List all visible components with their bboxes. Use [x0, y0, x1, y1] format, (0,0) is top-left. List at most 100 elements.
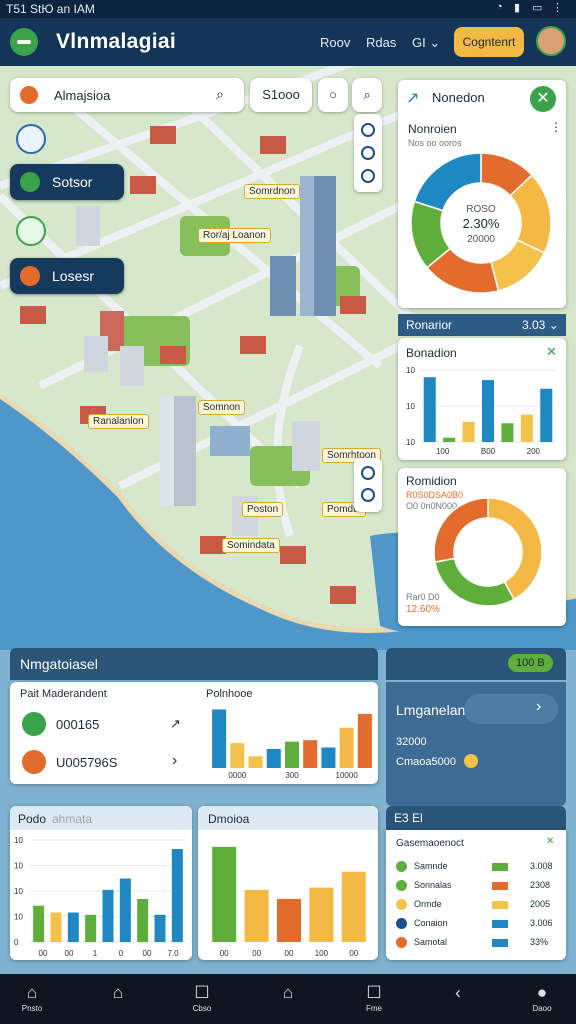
- donut-center-line1: ROSO: [466, 204, 496, 215]
- nav-item-5[interactable]: ☐ Fme: [354, 983, 394, 1014]
- map-label[interactable]: Somrdnon: [244, 184, 301, 199]
- search-icon[interactable]: ⌕: [216, 86, 224, 103]
- zoom-search-icon[interactable]: ⌕: [352, 78, 382, 112]
- nav-icon: ⌂: [26, 983, 38, 1002]
- nav-item-7[interactable]: ● Daoo: [522, 983, 562, 1014]
- nav-item-6[interactable]: ‹: [438, 984, 478, 1004]
- tag-icon[interactable]: [16, 216, 46, 246]
- podo-y-tick: 10: [14, 836, 23, 845]
- ring-segment-3: [433, 497, 489, 563]
- location-icon[interactable]: ○: [318, 78, 348, 112]
- list-item-value: 33%: [530, 937, 549, 947]
- podo-title-2: ahmata: [52, 812, 93, 826]
- dmoioa-title: Dmoioa: [208, 812, 250, 826]
- status-dot-icon: [396, 899, 407, 910]
- sotsor-button[interactable]: Sotsor: [10, 164, 124, 200]
- dmoioa-bar-3: [277, 898, 301, 942]
- dmoioa-bar-1: [212, 846, 237, 942]
- nav-link-2[interactable]: Rdas: [366, 35, 396, 50]
- map-label[interactable]: Ranalanlon: [88, 414, 149, 429]
- podo-bar-2: [50, 912, 62, 942]
- summary-value1: 32000: [396, 736, 427, 748]
- close-icon[interactable]: ✕: [546, 836, 554, 847]
- nav-item-4[interactable]: ⌂: [268, 984, 308, 1004]
- dmoioa-bar-5: [341, 871, 366, 942]
- search-input[interactable]: Almajsioa: [54, 88, 110, 103]
- map-label[interactable]: Somindata: [222, 538, 280, 553]
- list-band-label: E3 El: [394, 811, 423, 825]
- list-item-value: 2308: [530, 880, 551, 890]
- podo-x-tick: 00: [143, 949, 152, 958]
- nav-link-3[interactable]: GI ⌄: [412, 35, 440, 51]
- map-tools[interactable]: [354, 114, 382, 192]
- ring-label-bottom2: 12.60%: [406, 604, 440, 615]
- minus-icon[interactable]: [22, 750, 46, 774]
- list-item-bar: [492, 882, 508, 890]
- layer-icon[interactable]: [16, 124, 46, 154]
- map-value-chip[interactable]: S1ooo: [250, 78, 312, 112]
- bar-card-bar-2: [443, 437, 456, 442]
- bar-card-y-tick: 10: [406, 366, 415, 375]
- list-item[interactable]: Ormde 2005: [386, 896, 566, 914]
- nav-item-2[interactable]: ⌂: [98, 984, 138, 1004]
- map-tools-lower[interactable]: [354, 458, 382, 512]
- plus-icon[interactable]: [22, 712, 46, 736]
- close-icon[interactable]: ✕: [530, 86, 556, 112]
- nav-icon: ●: [536, 983, 548, 1002]
- list-item[interactable]: Samnde 3.008: [386, 858, 566, 876]
- overview-card: Pait Maderandent 000165 ↗ U005796S › Pol…: [10, 682, 378, 784]
- overview-bar-6: [303, 740, 318, 768]
- map-label[interactable]: Ror/aj Loanon: [198, 228, 271, 243]
- close-icon[interactable]: ✕: [546, 344, 557, 360]
- podo-y-tick: 0: [14, 938, 19, 947]
- more-icon[interactable]: ⋮: [550, 120, 562, 134]
- band-value[interactable]: 3.03 ⌄: [522, 318, 559, 332]
- avatar[interactable]: [536, 26, 566, 56]
- chevron-right-icon[interactable]: ›: [172, 752, 177, 770]
- app-logo[interactable]: [10, 28, 38, 56]
- list-card-title: Gasemaoenoct: [396, 838, 464, 849]
- overview-bar-1: [212, 709, 227, 768]
- ring-segment-2: [434, 557, 516, 607]
- nav-icon: ☐: [366, 983, 382, 1002]
- nav-item-3[interactable]: ☐ Cbso: [182, 984, 222, 1014]
- bar-card-bar-6: [520, 414, 533, 442]
- list-item-bar: [492, 920, 508, 928]
- list-card: Gasemaoenoct ✕ Samnde 3.008 Sonnalas 230…: [386, 830, 566, 960]
- nav-label: Pnsto: [21, 1004, 43, 1013]
- contact-button[interactable]: Cogntenrt: [454, 27, 524, 57]
- donut-card: ↗ Nonedon ✕ Nonroien ⋮ Nos oo ooros ROSO…: [398, 80, 566, 308]
- overview-chart-title: Polnhooe: [206, 688, 253, 700]
- list-item[interactable]: Conaion 3.006: [386, 915, 566, 933]
- ring-chart: [433, 497, 543, 607]
- expand-icon[interactable]: ↗: [170, 716, 181, 732]
- podo-bar-1: [33, 905, 45, 942]
- bar-card-x-tick: 200: [527, 447, 541, 456]
- bar-card: Bonadion ✕ 10 10 10 100 B00 200: [398, 338, 566, 460]
- nav-item-1[interactable]: ⌂ Pnsto: [12, 983, 52, 1014]
- dmoioa-header: Dmoioa: [198, 806, 378, 830]
- app-title: Vlnmalagiai: [56, 30, 177, 53]
- dmoioa-card: Dmoioa 00 00 00 100 00: [198, 806, 378, 960]
- dmoioa-x-tick: 00: [220, 949, 229, 958]
- overview-x-tick: 10000: [336, 771, 359, 780]
- map-label[interactable]: Poston: [242, 502, 284, 517]
- summary-panel: Lmganelan › 32000 Cmaoa5000: [386, 682, 566, 806]
- status-dot-icon: [396, 918, 407, 929]
- list-item-name: Samnde: [414, 861, 448, 871]
- map-search-bar[interactable]: Almajsioa ⌕: [10, 78, 244, 112]
- bar-card-title: Bonadion: [406, 346, 457, 360]
- overview-x-tick: 300: [285, 771, 299, 780]
- losesr-button[interactable]: Losesr: [10, 258, 124, 294]
- podo-y-tick: 10: [14, 913, 23, 922]
- list-item-value: 3.008: [530, 861, 553, 871]
- list-band: E3 El: [386, 806, 566, 830]
- overview-bar-8: [339, 727, 354, 768]
- ring-card: Romidion R0S0DSA0B0 O0 0n0N000 Rar0 D0 1…: [398, 468, 566, 626]
- list-item[interactable]: Sonnalas 2308: [386, 877, 566, 895]
- summary-toggle[interactable]: [464, 694, 558, 724]
- nav-link-1[interactable]: Roov: [320, 35, 350, 50]
- chevron-right-icon[interactable]: ›: [536, 698, 541, 716]
- list-item[interactable]: Samotal 33%: [386, 934, 566, 952]
- map-label[interactable]: Somnon: [198, 400, 246, 415]
